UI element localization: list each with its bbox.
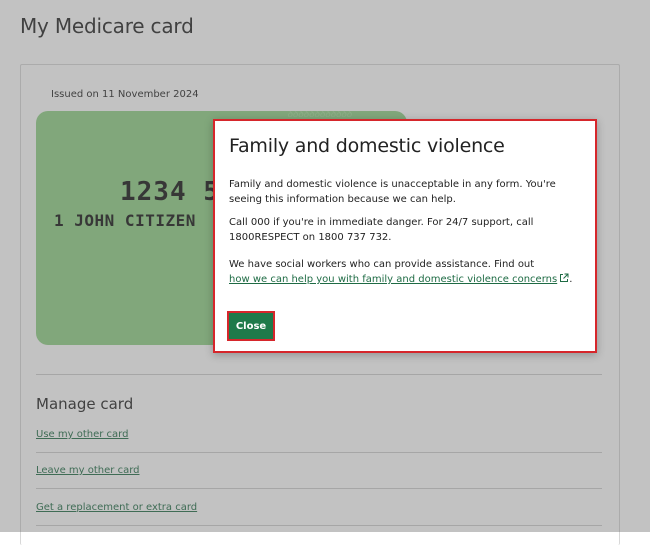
dialog-paragraph-end: . [569,274,573,285]
help-concerns-link[interactable]: how we can help you with family and dome… [229,273,569,288]
help-concerns-link-label: how we can help you with family and dome… [229,274,558,285]
dialog-paragraph: We have social workers who can provide a… [229,257,581,288]
close-button[interactable]: Close [227,311,275,341]
dialog-paragraph: Call 000 if you're in immediate danger. … [229,217,534,243]
dialog-paragraph: Family and domestic violence is unaccept… [229,179,556,205]
dialog-paragraph-text: We have social workers who can provide a… [229,259,535,270]
dialog-title: Family and domestic violence [229,135,505,157]
family-violence-dialog: Family and domestic violence Family and … [213,119,597,353]
external-link-icon [559,273,569,288]
